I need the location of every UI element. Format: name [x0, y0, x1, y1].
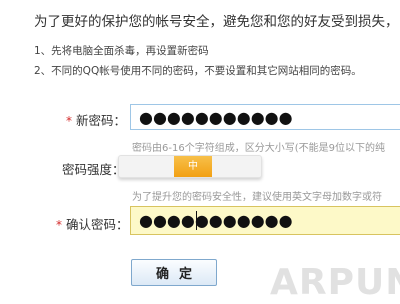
confirm-password-label-group: * 确认密码：: [56, 214, 129, 233]
tip-unique-password: 2、不同的QQ帐号使用不同的密码，不要设置和其它网站相同的密码。: [34, 65, 362, 77]
new-password-label-group: * 新密码：: [66, 110, 126, 129]
watermark-logo: ARPUN: [270, 262, 400, 303]
confirm-button[interactable]: 确定: [131, 259, 217, 286]
password-strength-meter: 中: [118, 155, 262, 178]
text-cursor: [196, 211, 197, 230]
confirm-password-input[interactable]: [130, 206, 400, 235]
new-password-hint: 密码由6-16个字符组成，区分大小写(不能是9位以下的纯: [132, 143, 385, 154]
confirm-password-hint: 为了提升您的密码安全性，建议使用英文字母加数字或符: [132, 192, 382, 203]
required-mark: *: [56, 218, 62, 232]
new-password-input[interactable]: [130, 104, 400, 130]
password-strength-label: 密码强度：: [62, 162, 125, 177]
confirm-password-label: 确认密码：: [66, 217, 129, 232]
new-password-label: 新密码：: [76, 113, 127, 128]
tip-antivirus: 1、先将电脑全面杀毒，再设置新密码: [34, 45, 209, 57]
required-mark: *: [66, 114, 72, 128]
strength-level-medium: 中: [174, 156, 212, 177]
intro-text: 为了更好的保护您的帐号安全，避免您和您的好友受到损失，: [34, 14, 399, 30]
